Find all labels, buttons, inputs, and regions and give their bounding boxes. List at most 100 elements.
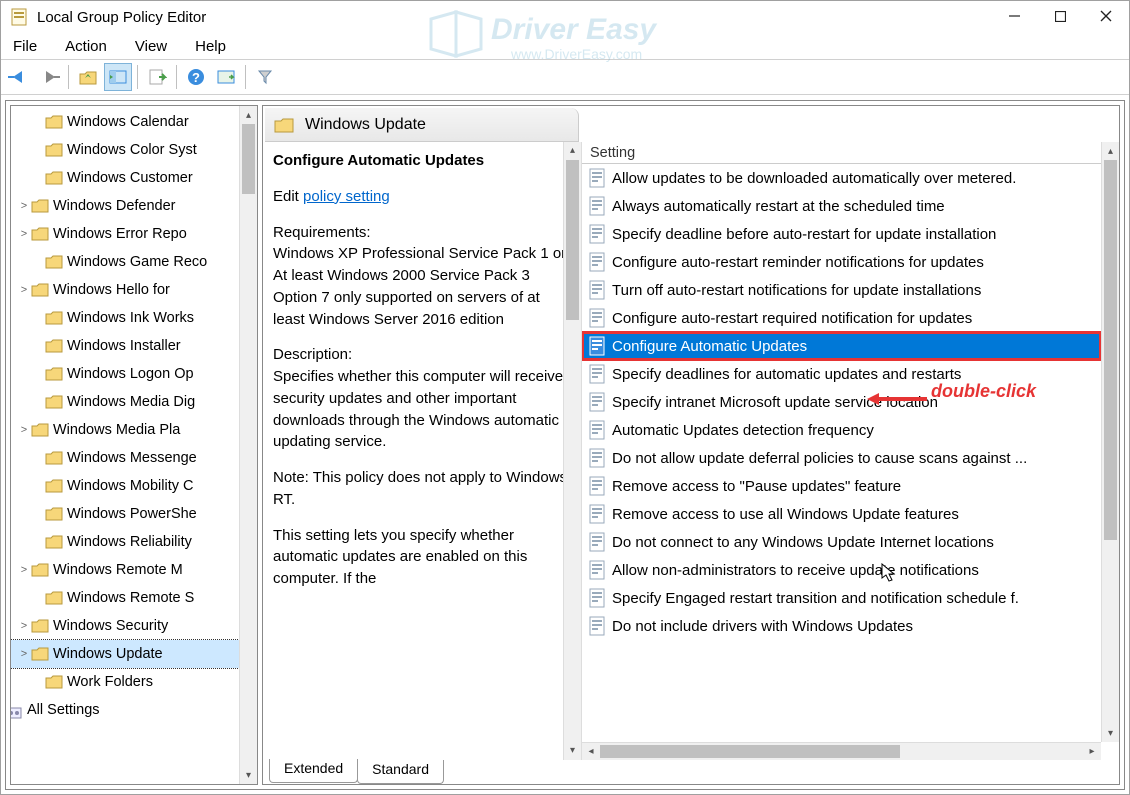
tree-item-label: Windows PowerShe xyxy=(67,506,197,522)
expand-icon[interactable]: > xyxy=(17,620,31,632)
folder-icon xyxy=(45,506,63,522)
folder-icon xyxy=(31,198,49,214)
tree-item-windows-logon-op[interactable]: Windows Logon Op xyxy=(11,360,257,388)
tab-extended[interactable]: Extended xyxy=(269,759,358,783)
list-item[interactable]: Do not allow update deferral policies to… xyxy=(582,444,1101,472)
close-button[interactable] xyxy=(1083,1,1129,31)
tree-item-windows-messenge[interactable]: Windows Messenge xyxy=(11,444,257,472)
description-pane: Configure Automatic Updates Edit policy … xyxy=(263,142,581,760)
list-item[interactable]: Always automatically restart at the sche… xyxy=(582,192,1101,220)
maximize-button[interactable] xyxy=(1037,1,1083,31)
tree-item-windows-remote-m[interactable]: >Windows Remote M xyxy=(11,556,257,584)
svg-text:?: ? xyxy=(192,70,200,85)
list-item[interactable]: Configure Automatic Updates xyxy=(582,332,1101,360)
tree-item-windows-installer[interactable]: Windows Installer xyxy=(11,332,257,360)
folder-icon xyxy=(45,114,63,130)
properties-button[interactable] xyxy=(212,63,240,91)
list-item-label: Specify Engaged restart transition and n… xyxy=(612,590,1019,607)
tree-item-windows-calendar[interactable]: Windows Calendar xyxy=(11,108,257,136)
requirements-text: Windows XP Professional Service Pack 1 o… xyxy=(273,245,566,327)
list-item[interactable]: Allow updates to be downloaded automatic… xyxy=(582,164,1101,192)
list-item[interactable]: Specify deadline before auto-restart for… xyxy=(582,220,1101,248)
folder-icon xyxy=(45,142,63,158)
window-title: Local Group Policy Editor xyxy=(37,9,206,26)
menu-help[interactable]: Help xyxy=(191,36,230,57)
folder-icon xyxy=(45,170,63,186)
list-item[interactable]: Automatic Updates detection frequency xyxy=(582,416,1101,444)
list-item-label: Always automatically restart at the sche… xyxy=(612,198,945,215)
policy-icon xyxy=(588,280,606,300)
expand-icon[interactable]: > xyxy=(17,564,31,576)
list-vertical-scrollbar[interactable]: ▴ ▾ xyxy=(1101,142,1119,742)
help-button[interactable]: ? xyxy=(182,63,210,91)
description-text2: Note: This policy does not apply to Wind… xyxy=(273,467,571,511)
list-item[interactable]: Configure auto-restart reminder notifica… xyxy=(582,248,1101,276)
list-item[interactable]: Remove access to "Pause updates" feature xyxy=(582,472,1101,500)
folder-icon xyxy=(31,422,49,438)
tree-item-windows-defender[interactable]: >Windows Defender xyxy=(11,192,257,220)
list-horizontal-scrollbar[interactable]: ◂ ▸ xyxy=(582,742,1101,760)
tree-pane: Windows CalendarWindows Color Syst Window… xyxy=(10,105,258,785)
expand-icon[interactable]: > xyxy=(17,228,31,240)
expand-icon[interactable]: > xyxy=(17,200,31,212)
right-pane: Windows Update Configure Automatic Updat… xyxy=(262,105,1120,785)
tree-item-windows-media-dig[interactable]: Windows Media Dig xyxy=(11,388,257,416)
expand-icon[interactable]: > xyxy=(17,284,31,296)
tree-item-label: Windows Mobility C xyxy=(67,478,194,494)
menu-action[interactable]: Action xyxy=(61,36,111,57)
tree-item-windows-error-repo[interactable]: >Windows Error Repo xyxy=(11,220,257,248)
menu-file[interactable]: File xyxy=(9,36,41,57)
tree-item-windows-security[interactable]: > Windows Security xyxy=(11,612,257,640)
tree-item-windows-media-pla[interactable]: >Windows Media Pla xyxy=(11,416,257,444)
list-item[interactable]: Do not connect to any Windows Update Int… xyxy=(582,528,1101,556)
list-item[interactable]: Do not include drivers with Windows Upda… xyxy=(582,612,1101,640)
menu-view[interactable]: View xyxy=(131,36,171,57)
tree-item-windows-ink-works[interactable]: Windows Ink Works xyxy=(11,304,257,332)
list-item[interactable]: Allow non-administrators to receive upda… xyxy=(582,556,1101,584)
tree-item-label: Windows Hello for xyxy=(53,282,170,298)
list-item[interactable]: Specify Engaged restart transition and n… xyxy=(582,584,1101,612)
tree-item-label: Windows Customer xyxy=(67,170,193,186)
tree-item-windows-hello-for-[interactable]: > Windows Hello for xyxy=(11,276,257,304)
tree-item-windows-reliability[interactable]: Windows Reliability xyxy=(11,528,257,556)
minimize-button[interactable] xyxy=(991,1,1037,31)
tree-item-work-folders[interactable]: Work Folders xyxy=(11,668,257,696)
folder-icon xyxy=(45,674,63,690)
edit-policy-link[interactable]: policy setting xyxy=(303,188,390,205)
policy-icon xyxy=(588,308,606,328)
description-label: Description: xyxy=(273,346,352,363)
tree-item-all-settings[interactable]: All Settings xyxy=(11,696,257,724)
tree-item-windows-mobility-c[interactable]: Windows Mobility C xyxy=(11,472,257,500)
policy-icon xyxy=(588,224,606,244)
tab-standard[interactable]: Standard xyxy=(357,760,444,784)
tree-item-windows-remote-s[interactable]: Windows Remote S xyxy=(11,584,257,612)
pane-header: Windows Update xyxy=(265,108,579,142)
filter-button[interactable] xyxy=(251,63,279,91)
list-item[interactable]: Remove access to use all Windows Update … xyxy=(582,500,1101,528)
tree-item-label: Windows Security xyxy=(53,618,168,634)
show-tree-button[interactable] xyxy=(104,63,132,91)
tree-item-windows-customer[interactable]: Windows Customer xyxy=(11,164,257,192)
tree-item-windows-update[interactable]: >Windows Update xyxy=(11,640,257,668)
expand-icon[interactable]: > xyxy=(17,424,31,436)
list-item-label: Configure Automatic Updates xyxy=(612,338,807,355)
list-column-header[interactable]: Setting xyxy=(582,142,1119,164)
description-scrollbar[interactable]: ▴ ▾ xyxy=(563,142,581,760)
requirements-label: Requirements: xyxy=(273,224,371,241)
tree-item-label: Work Folders xyxy=(67,674,153,690)
policy-icon xyxy=(588,560,606,580)
tree-scrollbar[interactable]: ▴ ▾ xyxy=(239,106,257,784)
export-button[interactable] xyxy=(143,63,171,91)
tree-item-windows-game-reco[interactable]: Windows Game Reco xyxy=(11,248,257,276)
up-folder-button[interactable] xyxy=(74,63,102,91)
tree-item-windows-powershe[interactable]: Windows PowerShe xyxy=(11,500,257,528)
forward-button[interactable] xyxy=(35,63,63,91)
expand-icon[interactable]: > xyxy=(17,648,31,660)
pane-title: Windows Update xyxy=(305,116,426,134)
list-item[interactable]: Configure auto-restart required notifica… xyxy=(582,304,1101,332)
folder-icon xyxy=(31,618,49,634)
policy-icon xyxy=(588,364,606,384)
list-item[interactable]: Turn off auto-restart notifications for … xyxy=(582,276,1101,304)
back-button[interactable] xyxy=(5,63,33,91)
tree-item-windows-color-syst[interactable]: Windows Color Syst xyxy=(11,136,257,164)
